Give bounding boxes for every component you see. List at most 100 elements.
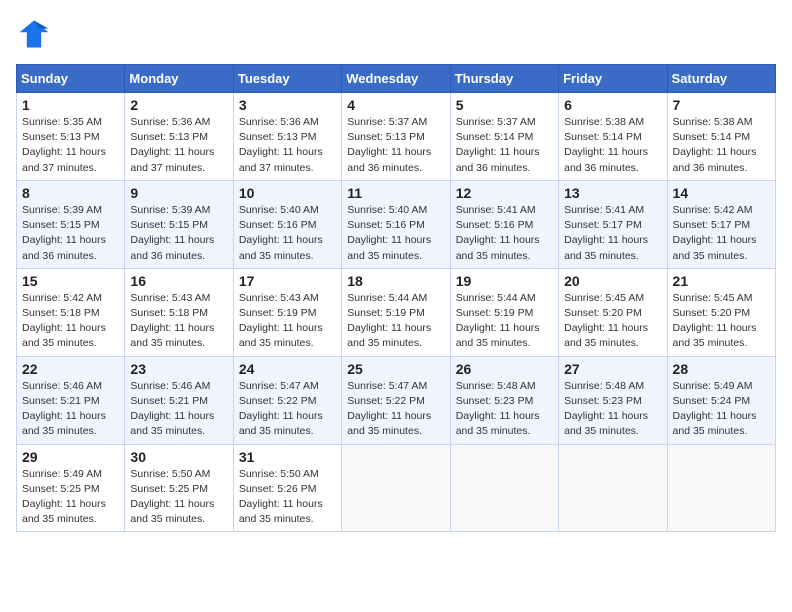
day-number: 15 <box>22 273 119 289</box>
day-info: Sunrise: 5:43 AMSunset: 5:18 PMDaylight:… <box>130 291 227 352</box>
calendar-cell: 26Sunrise: 5:48 AMSunset: 5:23 PMDayligh… <box>450 356 558 444</box>
day-info: Sunrise: 5:50 AMSunset: 5:26 PMDaylight:… <box>239 467 336 528</box>
calendar-cell: 27 Sunrise: 5:48 AMSunset: 5:23 PMDayligh… <box>559 356 667 444</box>
calendar-cell: 14 Sunrise: 5:42 AMSunset: 5:17 PMDayligh… <box>667 180 775 268</box>
calendar-cell: 15 Sunrise: 5:42 AMSunset: 5:18 PMDayligh… <box>17 268 125 356</box>
day-info: Sunrise: 5:46 AMSunset: 5:21 PMDaylight:… <box>130 379 227 440</box>
calendar-cell: 5 Sunrise: 5:37 AMSunset: 5:14 PMDaylight… <box>450 93 558 181</box>
calendar-cell: 13 Sunrise: 5:41 AMSunset: 5:17 PMDayligh… <box>559 180 667 268</box>
day-number: 27 <box>564 361 661 377</box>
day-number: 1 <box>22 97 119 113</box>
weekday-header: Friday <box>559 65 667 93</box>
calendar-cell <box>667 444 775 532</box>
day-info: Sunrise: 5:43 AMSunset: 5:19 PMDaylight:… <box>239 291 336 352</box>
day-info: Sunrise: 5:41 AMSunset: 5:17 PMDaylight:… <box>564 203 661 264</box>
day-info: Sunrise: 5:39 AMSunset: 5:15 PMDaylight:… <box>22 203 119 264</box>
day-info: Sunrise: 5:44 AMSunset: 5:19 PMDaylight:… <box>456 291 553 352</box>
day-number: 22 <box>22 361 119 377</box>
day-info: Sunrise: 5:40 AMSunset: 5:16 PMDaylight:… <box>347 203 444 264</box>
day-number: 7 <box>673 97 770 113</box>
calendar-cell: 12 Sunrise: 5:41 AMSunset: 5:16 PMDayligh… <box>450 180 558 268</box>
day-info: Sunrise: 5:41 AMSunset: 5:16 PMDaylight:… <box>456 203 553 264</box>
weekday-header: Monday <box>125 65 233 93</box>
day-number: 4 <box>347 97 444 113</box>
day-number: 24 <box>239 361 336 377</box>
day-info: Sunrise: 5:46 AMSunset: 5:21 PMDaylight:… <box>22 379 119 440</box>
calendar-table: SundayMondayTuesdayWednesdayThursdayFrid… <box>16 64 776 532</box>
day-number: 25 <box>347 361 444 377</box>
day-number: 30 <box>130 449 227 465</box>
day-number: 14 <box>673 185 770 201</box>
weekday-header: Thursday <box>450 65 558 93</box>
weekday-header: Sunday <box>17 65 125 93</box>
day-info: Sunrise: 5:45 AMSunset: 5:20 PMDaylight:… <box>564 291 661 352</box>
day-info: Sunrise: 5:45 AMSunset: 5:20 PMDaylight:… <box>673 291 770 352</box>
weekday-header: Tuesday <box>233 65 341 93</box>
day-number: 18 <box>347 273 444 289</box>
day-number: 23 <box>130 361 227 377</box>
day-number: 26 <box>456 361 553 377</box>
calendar-cell: 25Sunrise: 5:47 AMSunset: 5:22 PMDayligh… <box>342 356 450 444</box>
day-number: 3 <box>239 97 336 113</box>
calendar-cell: 28 Sunrise: 5:49 AMSunset: 5:24 PMDayligh… <box>667 356 775 444</box>
day-number: 16 <box>130 273 227 289</box>
day-number: 28 <box>673 361 770 377</box>
calendar-week-row: 22 Sunrise: 5:46 AMSunset: 5:21 PMDayligh… <box>17 356 776 444</box>
day-number: 19 <box>456 273 553 289</box>
day-info: Sunrise: 5:36 AMSunset: 5:13 PMDaylight:… <box>130 115 227 176</box>
day-info: Sunrise: 5:40 AMSunset: 5:16 PMDaylight:… <box>239 203 336 264</box>
calendar-cell: 24 Sunrise: 5:47 AMSunset: 5:22 PMDayligh… <box>233 356 341 444</box>
day-info: Sunrise: 5:38 AMSunset: 5:14 PMDaylight:… <box>564 115 661 176</box>
weekday-header-row: SundayMondayTuesdayWednesdayThursdayFrid… <box>17 65 776 93</box>
day-info: Sunrise: 5:49 AMSunset: 5:25 PMDaylight:… <box>22 467 119 528</box>
day-info: Sunrise: 5:39 AMSunset: 5:15 PMDaylight:… <box>130 203 227 264</box>
calendar-cell: 4 Sunrise: 5:37 AMSunset: 5:13 PMDaylight… <box>342 93 450 181</box>
day-info: Sunrise: 5:47 AMSunset: 5:22 PMDaylight:… <box>239 379 336 440</box>
day-number: 5 <box>456 97 553 113</box>
day-info: Sunrise: 5:50 AMSunset: 5:25 PMDaylight:… <box>130 467 227 528</box>
day-number: 13 <box>564 185 661 201</box>
calendar-cell: 20 Sunrise: 5:45 AMSunset: 5:20 PMDayligh… <box>559 268 667 356</box>
day-number: 12 <box>456 185 553 201</box>
day-number: 17 <box>239 273 336 289</box>
page-header <box>16 16 776 52</box>
day-number: 31 <box>239 449 336 465</box>
calendar-cell: 21 Sunrise: 5:45 AMSunset: 5:20 PMDayligh… <box>667 268 775 356</box>
calendar-cell: 19 Sunrise: 5:44 AMSunset: 5:19 PMDayligh… <box>450 268 558 356</box>
weekday-header: Wednesday <box>342 65 450 93</box>
logo <box>16 16 56 52</box>
calendar-cell: 2 Sunrise: 5:36 AMSunset: 5:13 PMDaylight… <box>125 93 233 181</box>
day-info: Sunrise: 5:42 AMSunset: 5:18 PMDaylight:… <box>22 291 119 352</box>
day-number: 10 <box>239 185 336 201</box>
day-number: 21 <box>673 273 770 289</box>
calendar-cell: 3 Sunrise: 5:36 AMSunset: 5:13 PMDaylight… <box>233 93 341 181</box>
calendar-cell: 31 Sunrise: 5:50 AMSunset: 5:26 PMDayligh… <box>233 444 341 532</box>
calendar-week-row: 8Sunrise: 5:39 AMSunset: 5:15 PMDaylight… <box>17 180 776 268</box>
calendar-cell: 29Sunrise: 5:49 AMSunset: 5:25 PMDayligh… <box>17 444 125 532</box>
calendar-cell: 8Sunrise: 5:39 AMSunset: 5:15 PMDaylight… <box>17 180 125 268</box>
calendar-cell <box>450 444 558 532</box>
day-info: Sunrise: 5:44 AMSunset: 5:19 PMDaylight:… <box>347 291 444 352</box>
calendar-cell <box>342 444 450 532</box>
day-info: Sunrise: 5:49 AMSunset: 5:24 PMDaylight:… <box>673 379 770 440</box>
day-number: 20 <box>564 273 661 289</box>
calendar-week-row: 1 Sunrise: 5:35 AMSunset: 5:13 PMDaylight… <box>17 93 776 181</box>
day-info: Sunrise: 5:42 AMSunset: 5:17 PMDaylight:… <box>673 203 770 264</box>
calendar-cell: 16 Sunrise: 5:43 AMSunset: 5:18 PMDayligh… <box>125 268 233 356</box>
day-info: Sunrise: 5:37 AMSunset: 5:14 PMDaylight:… <box>456 115 553 176</box>
calendar-cell: 23 Sunrise: 5:46 AMSunset: 5:21 PMDayligh… <box>125 356 233 444</box>
day-info: Sunrise: 5:37 AMSunset: 5:13 PMDaylight:… <box>347 115 444 176</box>
calendar-cell: 6 Sunrise: 5:38 AMSunset: 5:14 PMDaylight… <box>559 93 667 181</box>
calendar-cell <box>559 444 667 532</box>
calendar-cell: 11 Sunrise: 5:40 AMSunset: 5:16 PMDayligh… <box>342 180 450 268</box>
day-info: Sunrise: 5:36 AMSunset: 5:13 PMDaylight:… <box>239 115 336 176</box>
calendar-cell: 1 Sunrise: 5:35 AMSunset: 5:13 PMDaylight… <box>17 93 125 181</box>
calendar-cell: 7Sunrise: 5:38 AMSunset: 5:14 PMDaylight… <box>667 93 775 181</box>
day-info: Sunrise: 5:48 AMSunset: 5:23 PMDaylight:… <box>564 379 661 440</box>
day-number: 2 <box>130 97 227 113</box>
calendar-cell: 10 Sunrise: 5:40 AMSunset: 5:16 PMDayligh… <box>233 180 341 268</box>
day-info: Sunrise: 5:35 AMSunset: 5:13 PMDaylight:… <box>22 115 119 176</box>
calendar-cell: 30 Sunrise: 5:50 AMSunset: 5:25 PMDayligh… <box>125 444 233 532</box>
day-number: 6 <box>564 97 661 113</box>
day-number: 11 <box>347 185 444 201</box>
